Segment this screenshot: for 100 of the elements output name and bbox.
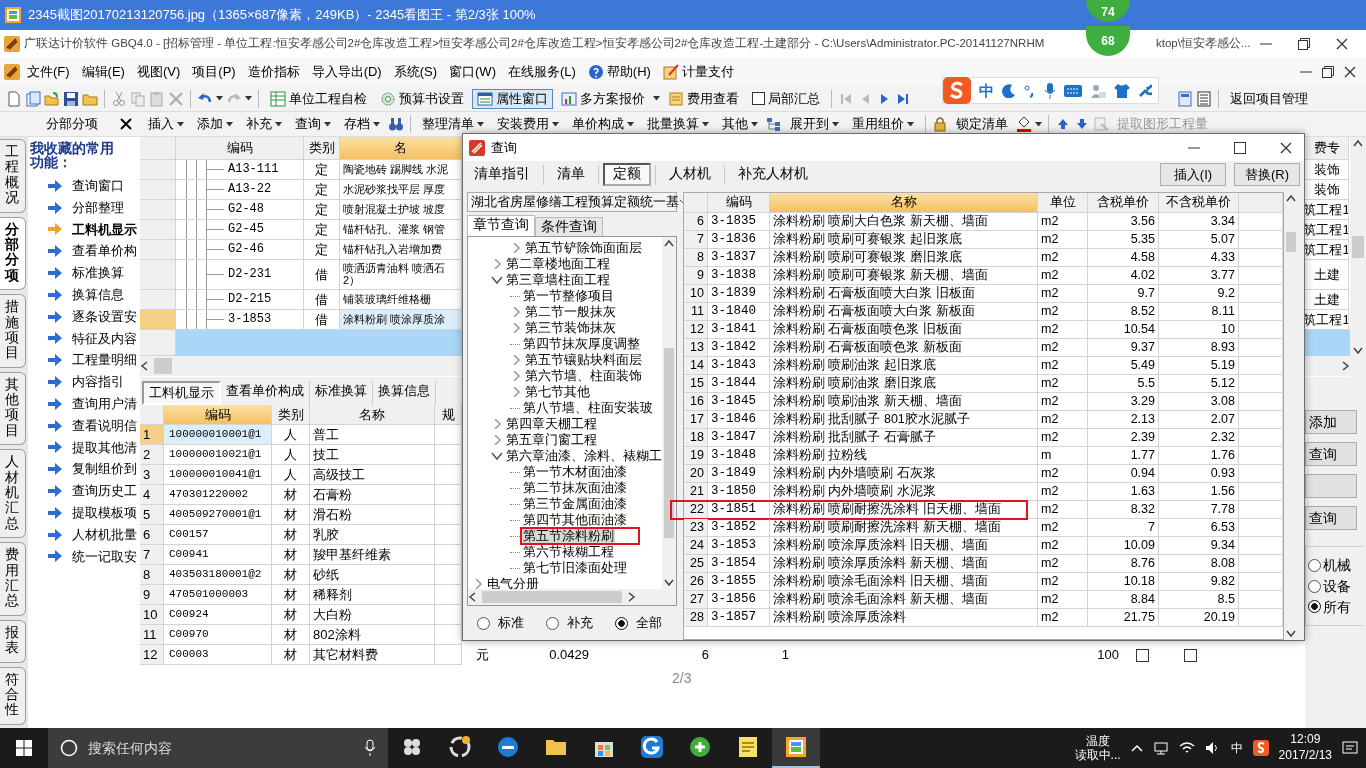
row-header[interactable]: 4	[140, 485, 164, 505]
tab[interactable]: 定额	[603, 163, 651, 186]
favorite-item[interactable]: 提取模板项	[30, 501, 140, 524]
tab[interactable]: 补充人材机	[729, 164, 817, 185]
hierarchy-icon[interactable]	[766, 116, 782, 132]
collapsed-caret-icon[interactable]	[510, 323, 522, 333]
scroll-thumb[interactable]	[1352, 236, 1364, 258]
radio-label[interactable]: 机械	[1323, 557, 1351, 574]
expanded-caret-icon[interactable]	[491, 275, 503, 285]
tree-item[interactable]: 第五章门窗工程	[505, 432, 598, 448]
radio-label[interactable]: 所有	[1323, 598, 1351, 616]
menu-item[interactable]: 文件(F)	[22, 62, 75, 82]
binoculars-icon[interactable]	[388, 116, 404, 132]
tree-row[interactable]: 第二节抹灰面油漆	[468, 480, 662, 496]
collapsed-caret-icon[interactable]	[491, 435, 503, 445]
toolbar-button[interactable]: 展开到	[785, 114, 844, 134]
tree-row[interactable]: 电气分册	[468, 576, 662, 589]
favorite-item[interactable]: 查询历史工	[30, 480, 140, 502]
menu-item[interactable]: 造价指标	[242, 62, 305, 82]
shirt-icon[interactable]	[1114, 83, 1130, 98]
radio-button[interactable]	[1308, 558, 1321, 572]
tree-item[interactable]: 第一节木材面油漆	[522, 464, 628, 480]
microphone-icon[interactable]	[1044, 82, 1056, 99]
tab[interactable]: 人材机	[660, 164, 720, 185]
radio-label[interactable]: 标准	[498, 615, 524, 631]
favorite-item[interactable]: 复制组价到	[30, 458, 140, 481]
toolbar-button[interactable]: 批量换算	[642, 114, 714, 134]
clock-date[interactable]: 2017/2/13	[1278, 748, 1332, 764]
gear-icon[interactable]	[380, 90, 396, 107]
toolbar-button[interactable]: 费用查看	[663, 88, 744, 109]
wrench-icon[interactable]	[1138, 83, 1152, 98]
side-button[interactable]: 查询	[1305, 506, 1357, 530]
tree-row[interactable]: 第五章门窗工程	[468, 432, 662, 448]
copy-icon[interactable]	[130, 90, 146, 107]
side-tab[interactable]: 工程概况	[0, 139, 26, 213]
favorite-item[interactable]: 换算信息	[30, 284, 140, 306]
keyboard-icon[interactable]	[1064, 84, 1082, 97]
search-input[interactable]: 搜索任何内容	[86, 738, 356, 758]
column-header[interactable]: 不含税单价	[1159, 193, 1239, 213]
menu-item[interactable]: 帮助(H)	[582, 62, 656, 82]
dialog-button[interactable]: 插入(I)	[1160, 163, 1226, 186]
tree-row[interactable]: 第三节装饰抹灰	[468, 320, 662, 336]
paint-bucket-icon[interactable]	[1016, 116, 1032, 132]
toolbar-button[interactable]: 单位工程自检	[265, 88, 372, 109]
blank-button[interactable]	[1305, 474, 1357, 498]
toolbar-button[interactable]: 插入	[143, 114, 189, 134]
column-header[interactable]: 编码	[164, 405, 272, 425]
toolbar-button[interactable]: 重用组价	[847, 114, 919, 134]
toolbar-button[interactable]: 锁定清单	[951, 114, 1013, 134]
tree-row[interactable]: 第四节抹灰厚度调整	[468, 336, 662, 352]
side-tab[interactable]: 人材机汇总	[0, 449, 26, 539]
column-header[interactable]: 名称	[770, 193, 1038, 213]
paste-icon[interactable]	[149, 90, 165, 107]
punctuation-icon[interactable]	[1024, 83, 1036, 98]
tree-item[interactable]: 第二章楼地面工程	[505, 256, 611, 272]
scroll-thumb[interactable]	[482, 591, 622, 603]
search-field[interactable]: 搜索任何内容	[48, 728, 388, 768]
expanded-caret-icon[interactable]	[491, 451, 503, 461]
row-header[interactable]: 7	[140, 545, 164, 565]
scrollbar[interactable]	[662, 237, 676, 589]
radio-label[interactable]: 全部	[636, 615, 662, 631]
side-button[interactable]: 查询	[1305, 442, 1357, 466]
favorite-item[interactable]: 标准换算	[30, 262, 140, 284]
tree-row[interactable]: 第五节镶贴块料面层	[468, 352, 662, 368]
toolbar-button[interactable]: 存档	[339, 114, 385, 134]
tree-item[interactable]: 第五节镶贴块料面层	[524, 352, 643, 368]
favorite-item[interactable]: 人材机批量	[30, 523, 140, 546]
delete-icon[interactable]	[168, 90, 184, 107]
toolbar-button[interactable]: 预算书设置	[375, 88, 469, 109]
menu-item[interactable]: 视图(V)	[131, 62, 186, 82]
tree-row[interactable]: 第一节整修项目	[468, 288, 662, 304]
list-icon[interactable]	[1196, 90, 1212, 107]
row-header[interactable]: 1	[140, 425, 164, 445]
scrollbar[interactable]	[1350, 137, 1366, 377]
documents-icon[interactable]	[25, 90, 41, 107]
collapsed-caret-icon[interactable]	[510, 307, 522, 317]
tree-item[interactable]: 第七节其他	[524, 384, 591, 400]
tab[interactable]: 清单指引	[465, 164, 539, 185]
side-tab[interactable]: 报表	[0, 619, 26, 663]
tree-row[interactable]: 第二节一般抹灰	[468, 304, 662, 320]
microphone-icon[interactable]	[364, 739, 376, 757]
tree-item[interactable]: 第一节整修项目	[522, 288, 615, 304]
sogou-icon[interactable]	[1252, 740, 1269, 756]
favorite-item[interactable]: 统一记取安	[30, 545, 140, 568]
tree-item[interactable]: 第四节抹灰厚度调整	[522, 336, 641, 352]
tree-row[interactable]: 第六节裱糊工程	[468, 544, 662, 560]
tree-item[interactable]: 第三章墙柱面工程	[505, 272, 611, 288]
row-header[interactable]: 11	[140, 625, 164, 645]
row-header[interactable]: 6	[140, 525, 164, 545]
favorite-item[interactable]: 工料机显示	[30, 218, 140, 241]
tree-row[interactable]: 第七节旧漆面处理	[468, 560, 662, 576]
scrollbar[interactable]	[140, 356, 462, 376]
column-header[interactable]: 费专	[1305, 137, 1349, 160]
radio-button[interactable]	[615, 616, 628, 630]
chevron-up-icon[interactable]	[1130, 744, 1143, 752]
column-header[interactable]: 类别	[304, 137, 340, 160]
tree-row[interactable]: 第一节木材面油漆	[468, 464, 662, 480]
menu-item[interactable]: 系统(S)	[388, 62, 443, 82]
window-icon[interactable]	[477, 90, 493, 107]
dialog-button[interactable]: 替换(R)	[1234, 163, 1300, 186]
